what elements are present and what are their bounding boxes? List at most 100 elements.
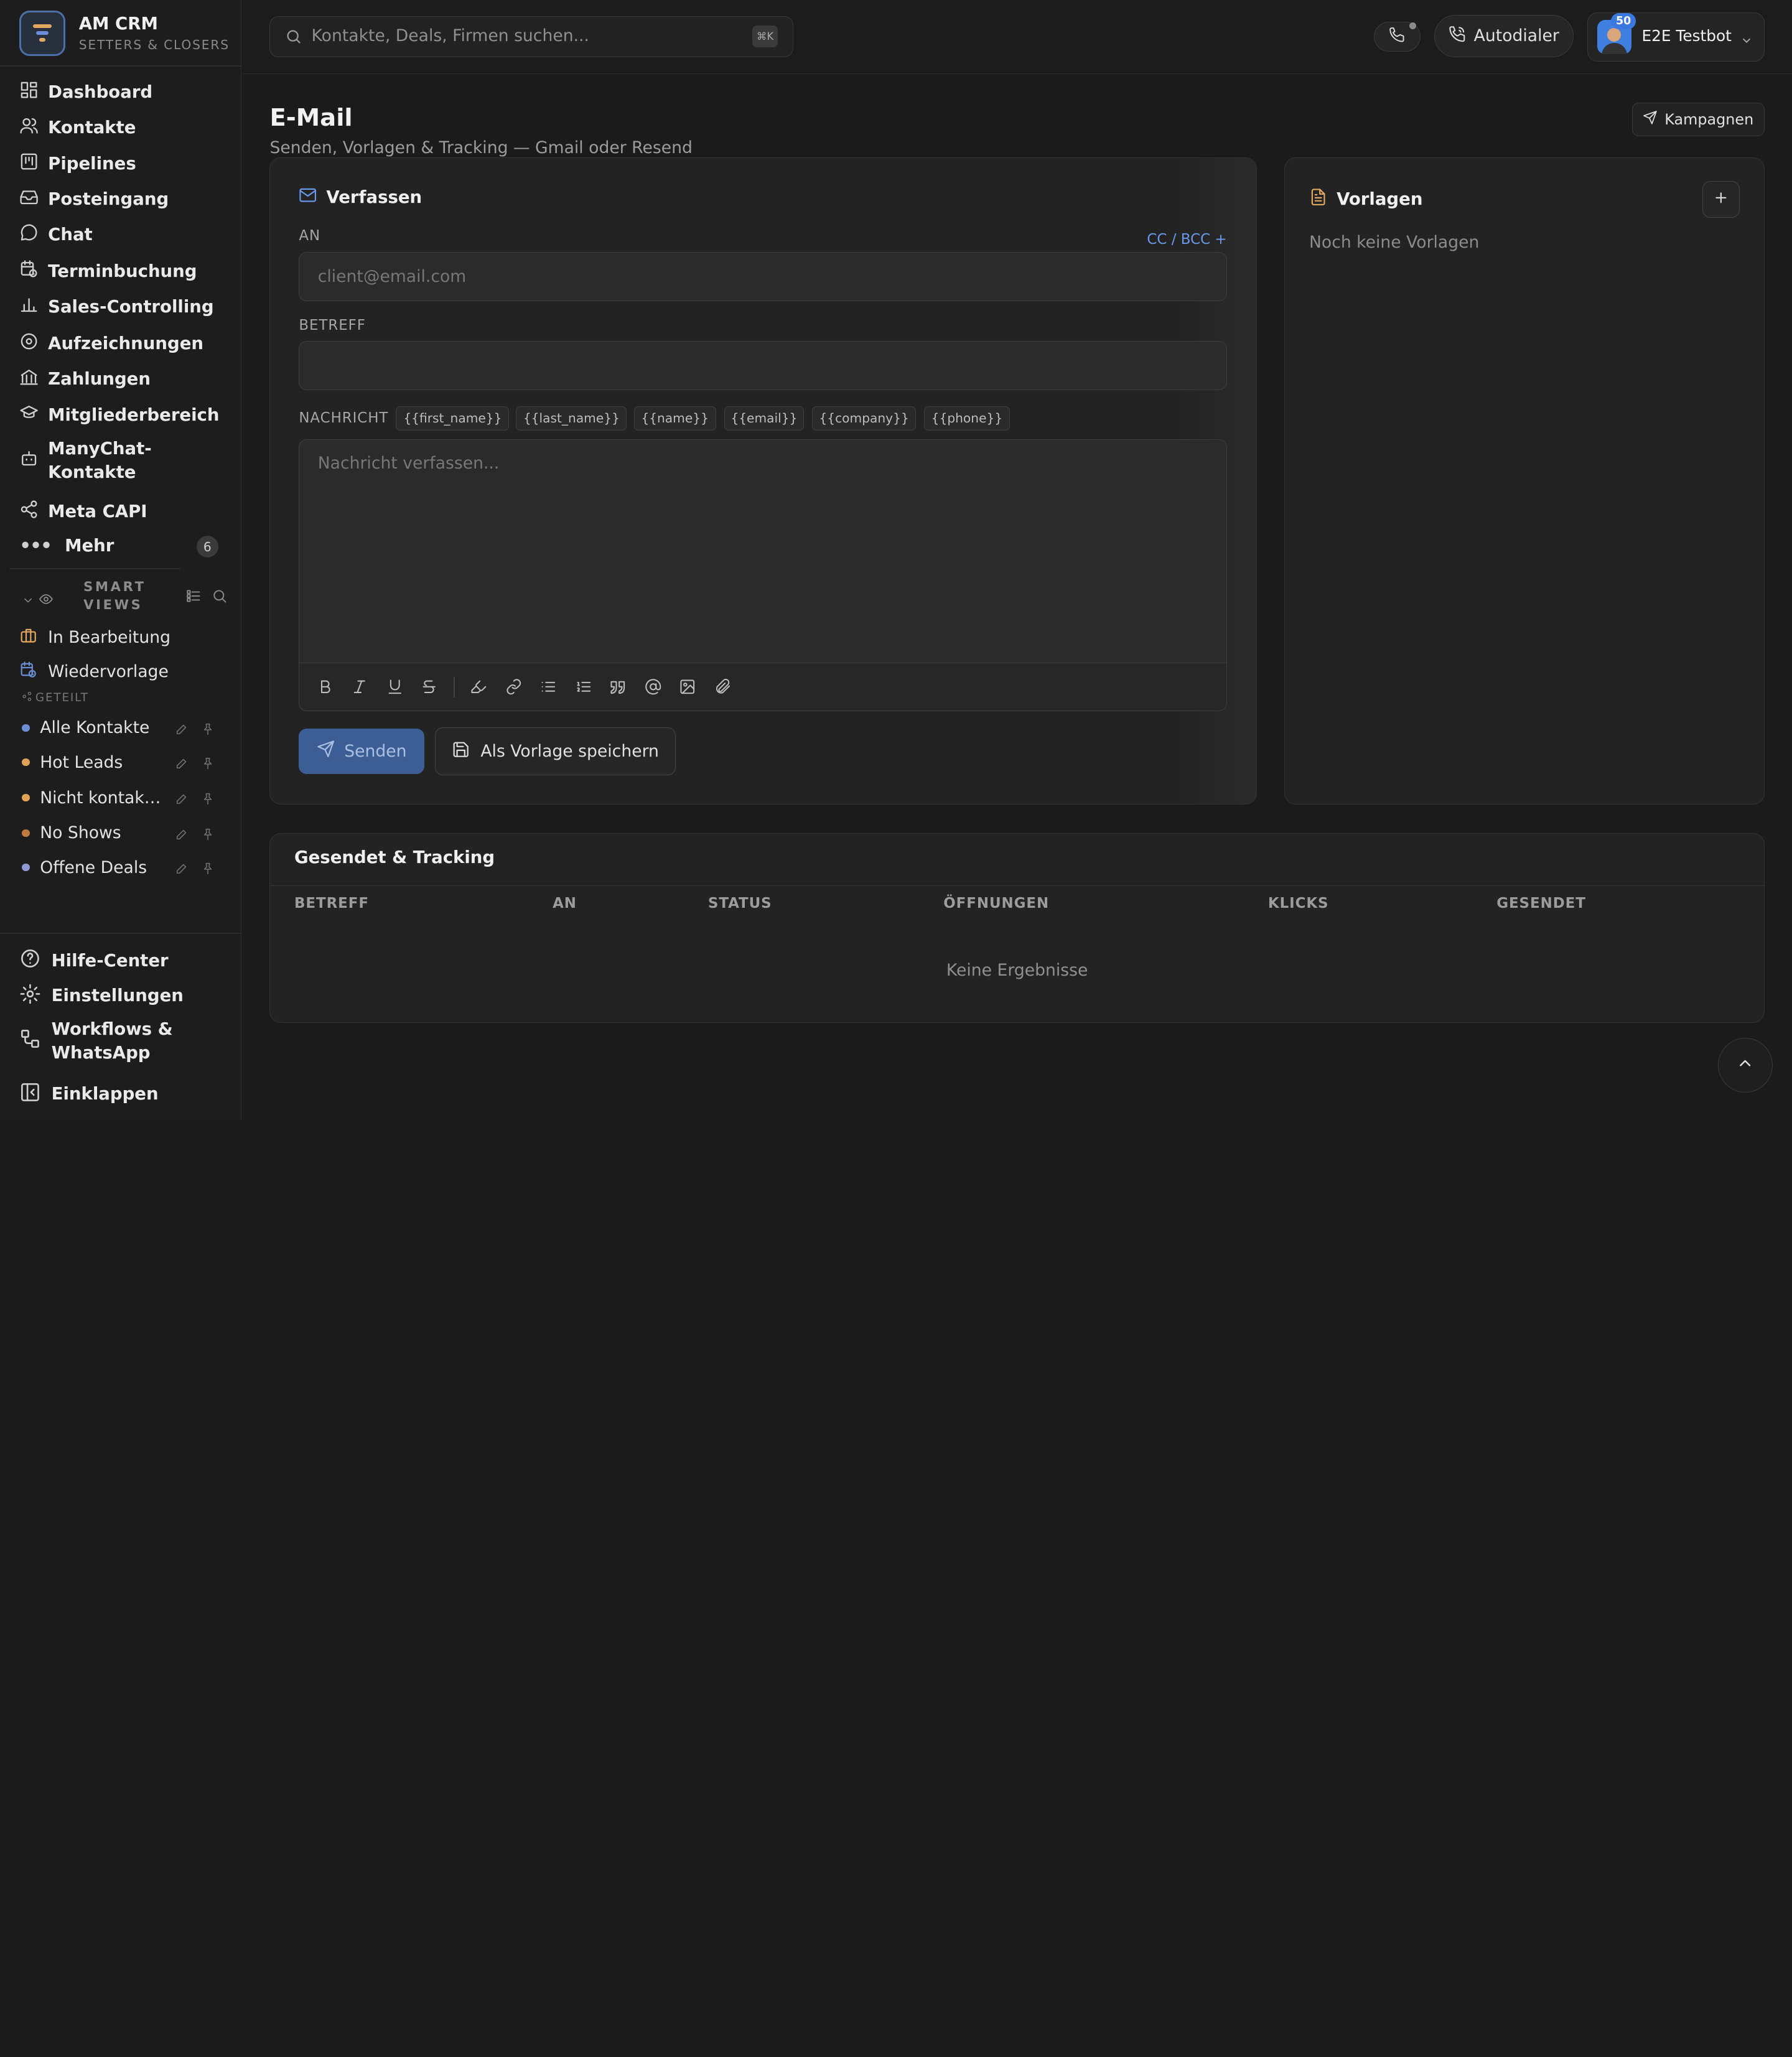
edit-icon[interactable]: [175, 721, 189, 740]
variable-chip[interactable]: {{phone}}: [924, 406, 1010, 431]
pin-icon[interactable]: [201, 755, 215, 775]
column-header[interactable]: KLICKS: [1268, 895, 1329, 912]
nav-mitgliederbereich[interactable]: Mitgliederbereich: [19, 403, 219, 427]
nav-terminbuchung[interactable]: Terminbuchung: [19, 259, 197, 283]
nav-aufzeichnungen[interactable]: Aufzeichnungen: [19, 332, 203, 355]
nav-label: Mehr: [65, 535, 114, 556]
scroll-to-top-button[interactable]: [1717, 1037, 1773, 1093]
compose-title: Verfassen: [299, 186, 422, 208]
nav-kontakte[interactable]: Kontakte: [19, 116, 136, 139]
variable-chip[interactable]: {{last_name}}: [516, 406, 627, 431]
edit-icon[interactable]: [175, 791, 189, 810]
send-button[interactable]: Senden: [299, 728, 425, 775]
shared-view-no-shows[interactable]: No Shows: [21, 822, 216, 846]
save-template-button[interactable]: Als Vorlage speichern: [434, 727, 676, 776]
bold-icon[interactable]: [317, 678, 335, 696]
nav-posteingang[interactable]: Posteingang: [19, 187, 169, 211]
subject-input[interactable]: [299, 342, 1226, 390]
color-dot: [21, 758, 30, 767]
nav-chat[interactable]: Chat: [19, 223, 93, 246]
smart-views-header: SMART VIEWS: [19, 577, 231, 616]
smart-view-wiedervorlage[interactable]: Wiedervorlage: [19, 661, 169, 683]
edit-icon[interactable]: [175, 861, 189, 880]
search-icon[interactable]: [212, 587, 228, 609]
underline-icon[interactable]: [386, 678, 404, 696]
subject-field[interactable]: [299, 341, 1227, 391]
shared-view-offene-deals[interactable]: Offene Deals: [21, 856, 216, 880]
user-menu[interactable]: 50 E2E Testbot: [1587, 12, 1765, 62]
column-header[interactable]: BETREFF: [294, 895, 369, 912]
global-search[interactable]: ⌘K: [269, 16, 793, 57]
strikethrough-icon[interactable]: [421, 678, 439, 696]
column-header[interactable]: ÖFFNUNGEN: [943, 895, 1049, 912]
nav-zahlungen[interactable]: Zahlungen: [19, 367, 151, 391]
brand-logo: [19, 10, 65, 56]
page-subtitle: Senden, Vorlagen & Tracking — Gmail oder…: [269, 138, 693, 158]
variable-chip[interactable]: {{name}}: [633, 406, 716, 431]
brand[interactable]: AM CRM SETTERS & CLOSERS: [19, 10, 230, 56]
nav-hilfe-center[interactable]: Hilfe-Center: [19, 948, 169, 974]
campaigns-button[interactable]: Kampagnen: [1631, 103, 1765, 136]
user-name: E2E Testbot: [1641, 27, 1732, 45]
search-input[interactable]: [311, 16, 735, 56]
variable-chip[interactable]: {{company}}: [812, 406, 917, 431]
nav-manychat[interactable]: ManyChat-Kontakte: [19, 437, 168, 485]
phone-button[interactable]: [1373, 21, 1421, 52]
edit-icon[interactable]: [175, 755, 189, 775]
chevron-down-icon[interactable]: [22, 590, 34, 611]
bar-chart-icon: [19, 295, 39, 319]
pin-icon[interactable]: [201, 861, 215, 880]
nav-einklappen[interactable]: Einklappen: [19, 1081, 159, 1108]
sidebar: AM CRM SETTERS & CLOSERS Dashboard Konta…: [0, 0, 241, 1120]
image-icon[interactable]: [679, 678, 697, 696]
pin-icon[interactable]: [201, 791, 215, 810]
cc-bcc-toggle[interactable]: CC / BCC +: [1147, 231, 1226, 248]
nav-meta-capi[interactable]: Meta CAPI: [19, 500, 147, 523]
edit-icon[interactable]: [175, 826, 189, 846]
shared-view-label: No Shows: [40, 823, 121, 843]
message-placeholder: Nachricht verfassen...: [317, 454, 500, 473]
bullet-list-icon[interactable]: [539, 678, 558, 696]
shared-view-nicht-kontaktiert[interactable]: Nicht kontaktiert: [21, 786, 216, 810]
shared-section-label: GETEILT: [22, 691, 89, 705]
calendar-clock-icon: [19, 259, 39, 283]
smart-view-in-bearbeitung[interactable]: In Bearbeitung: [19, 627, 170, 649]
autodialer-button[interactable]: Autodialer: [1434, 14, 1574, 57]
nav-label: Posteingang: [48, 189, 169, 210]
attachment-icon[interactable]: [714, 678, 732, 696]
nav-workflows[interactable]: Workflows & WhatsApp: [19, 1017, 191, 1065]
mention-icon[interactable]: [645, 678, 663, 696]
column-header[interactable]: AN: [553, 895, 577, 912]
variable-chip[interactable]: {{email}}: [724, 406, 805, 431]
shared-view-label: Nicht kontaktiert: [40, 788, 166, 808]
list-settings-icon[interactable]: [185, 587, 202, 609]
column-header[interactable]: STATUS: [708, 895, 772, 912]
nav-einstellungen[interactable]: Einstellungen: [19, 983, 184, 1009]
nav-sales-controlling[interactable]: Sales-Controlling: [19, 295, 214, 319]
shared-view-label: Hot Leads: [40, 752, 123, 772]
message-editor[interactable]: Nachricht verfassen...: [299, 439, 1227, 712]
users-icon: [19, 116, 39, 139]
add-template-button[interactable]: [1702, 181, 1740, 218]
brand-name: AM CRM: [78, 14, 158, 34]
link-icon[interactable]: [505, 678, 523, 696]
shared-view-alle-kontakte[interactable]: Alle Kontakte: [21, 717, 216, 740]
numbered-list-icon[interactable]: [575, 678, 593, 696]
eye-icon[interactable]: [39, 590, 54, 611]
variable-chip[interactable]: {{first_name}}: [396, 406, 510, 431]
highlight-icon[interactable]: [470, 678, 488, 696]
nav-pipelines[interactable]: Pipelines: [19, 152, 136, 175]
nav-label: Kontakte: [48, 117, 136, 138]
nav-mehr[interactable]: ••• Mehr: [19, 535, 114, 556]
to-input[interactable]: [299, 253, 1226, 301]
nav-dashboard[interactable]: Dashboard: [19, 80, 152, 104]
column-header[interactable]: GESENDET: [1496, 895, 1586, 912]
pin-icon[interactable]: [201, 826, 215, 846]
shared-view-hot-leads[interactable]: Hot Leads: [21, 751, 216, 775]
nav-label: Hilfe-Center: [51, 950, 169, 971]
to-field[interactable]: [299, 252, 1227, 302]
quote-icon[interactable]: [609, 678, 627, 696]
pin-icon[interactable]: [201, 721, 215, 740]
italic-icon[interactable]: [351, 678, 369, 696]
color-dot: [21, 863, 30, 872]
